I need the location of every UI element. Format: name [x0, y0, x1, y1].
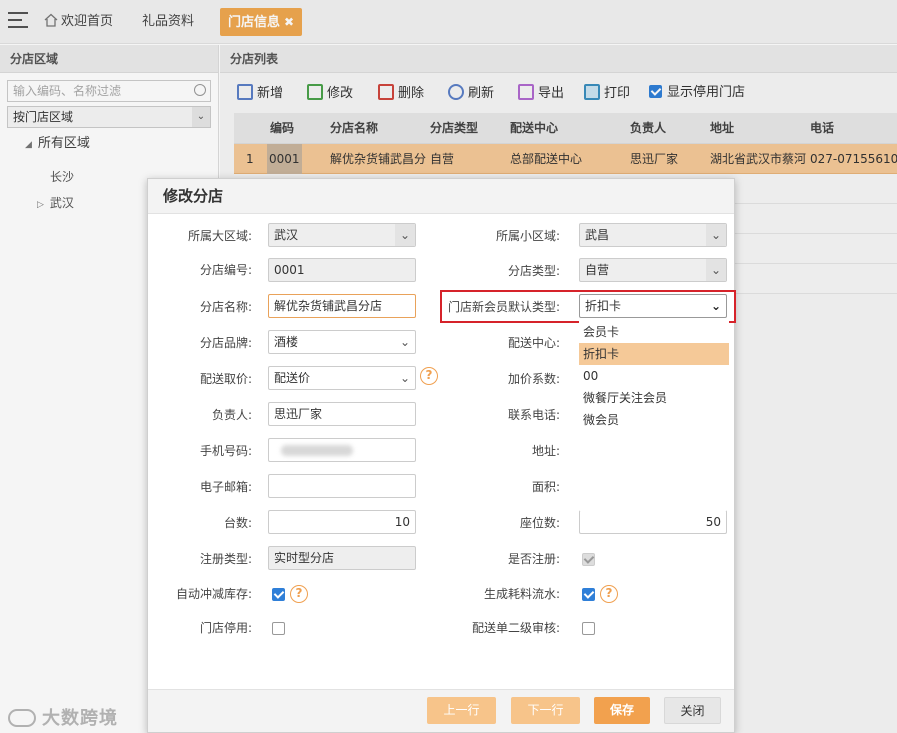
dropdown-option[interactable]: 会员卡 [579, 321, 729, 343]
reg-type-value: 实时型分店 [274, 551, 335, 565]
watermark: 大数跨境 [8, 704, 118, 730]
chevron-down-icon[interactable]: ⌄ [395, 331, 415, 353]
mobile-input[interactable] [268, 438, 416, 462]
branch-type-select[interactable]: 自营 ⌄ [579, 258, 727, 282]
watermark-text: 大数跨境 [42, 708, 118, 729]
gen-consume-checkbox[interactable] [582, 588, 595, 601]
dropdown-option[interactable]: 微会员 [579, 409, 729, 431]
label-auto-deduct: 自动冲减库存: [175, 587, 252, 601]
label-is-registered: 是否注册: [507, 552, 560, 566]
label-email: 电子邮箱: [199, 480, 252, 494]
help-icon[interactable]: ? [420, 367, 438, 385]
label-store-disabled: 门店停用: [199, 621, 252, 635]
label-area: 面积: [531, 480, 560, 494]
redacted-mask [281, 445, 353, 456]
chevron-down-icon[interactable]: ⌄ [706, 259, 726, 281]
manager-value: 思迅厂家 [274, 407, 323, 421]
seats-value: 50 [705, 515, 721, 529]
dropdown-option[interactable]: 00 [579, 365, 729, 387]
label-delivery-center: 配送中心: [507, 336, 560, 350]
brand-value: 酒楼 [274, 335, 299, 349]
label-brand: 分店品牌: [199, 336, 252, 350]
big-area-value: 武汉 [274, 228, 299, 242]
big-area-select[interactable]: 武汉 ⌄ [268, 223, 416, 247]
label-price-mode: 配送取价: [199, 372, 252, 386]
label-manager: 负责人: [211, 408, 252, 422]
label-seats: 座位数: [519, 516, 560, 530]
counters-input[interactable]: 10 [268, 510, 416, 534]
small-area-value: 武昌 [585, 228, 610, 242]
is-registered-checkbox [582, 553, 595, 566]
label-address: 地址: [531, 444, 560, 458]
price-mode-select[interactable]: 配送价 ⌄ [268, 366, 416, 390]
label-phone: 联系电话: [507, 408, 560, 422]
chevron-down-icon[interactable]: ⌄ [706, 224, 726, 246]
label-big-area: 所属大区域: [187, 229, 252, 243]
label-mobile: 手机号码: [199, 444, 252, 458]
next-row-button[interactable]: 下一行 [511, 697, 580, 724]
highlight-box [440, 290, 736, 323]
prev-row-button[interactable]: 上一行 [427, 697, 496, 724]
branch-type-value: 自营 [585, 263, 610, 277]
close-button[interactable]: 关闭 [664, 697, 721, 724]
label-small-area: 所属小区域: [495, 229, 560, 243]
label-counters: 台数: [223, 516, 252, 530]
seats-input[interactable]: 50 [579, 510, 727, 534]
edit-branch-dialog: 修改分店 所属大区域: 分店编号: 分店名称: 分店品牌: 配送取价: 负责人:… [147, 178, 736, 733]
label-branch-name: 分店名称: [199, 300, 252, 314]
branch-no-field: 0001 [268, 258, 416, 282]
manager-input[interactable]: 思迅厂家 [268, 402, 416, 426]
help-icon[interactable]: ? [600, 585, 618, 603]
save-button[interactable]: 保存 [594, 697, 650, 724]
brand-select[interactable]: 酒楼 ⌄ [268, 330, 416, 354]
label-markup: 加价系数: [507, 372, 560, 386]
chevron-down-icon[interactable]: ⌄ [395, 367, 415, 389]
branch-name-input[interactable]: 解优杂货铺武昌分店 [268, 294, 416, 318]
branch-no-value: 0001 [274, 263, 305, 277]
help-icon[interactable]: ? [290, 585, 308, 603]
label-branch-type: 分店类型: [507, 264, 560, 278]
branch-name-value: 解优杂货铺武昌分店 [274, 299, 383, 313]
label-branch-no: 分店编号: [199, 263, 252, 277]
label-reg-type: 注册类型: [199, 552, 252, 566]
counters-value: 10 [394, 515, 410, 529]
auto-deduct-checkbox[interactable] [272, 588, 285, 601]
small-area-select[interactable]: 武昌 ⌄ [579, 223, 727, 247]
dialog-title: 修改分店 [148, 179, 734, 214]
store-disabled-checkbox[interactable] [272, 622, 285, 635]
dialog-footer: 上一行 下一行 保存 关闭 [148, 689, 734, 732]
member-type-dropdown-list: 会员卡 折扣卡 00 微餐厅关注会员 微会员 [579, 321, 729, 431]
chevron-down-icon[interactable]: ⌄ [395, 224, 415, 246]
dropdown-option-selected[interactable]: 折扣卡 [579, 343, 729, 365]
label-gen-consume: 生成耗料流水: [483, 587, 560, 601]
reg-type-field: 实时型分店 [268, 546, 416, 570]
second-audit-checkbox[interactable] [582, 622, 595, 635]
label-second-audit: 配送单二级审核: [471, 621, 560, 635]
dropdown-option[interactable]: 微餐厅关注会员 [579, 387, 729, 409]
watermark-logo-icon [8, 709, 36, 727]
price-mode-value: 配送价 [274, 371, 311, 385]
email-input[interactable] [268, 474, 416, 498]
